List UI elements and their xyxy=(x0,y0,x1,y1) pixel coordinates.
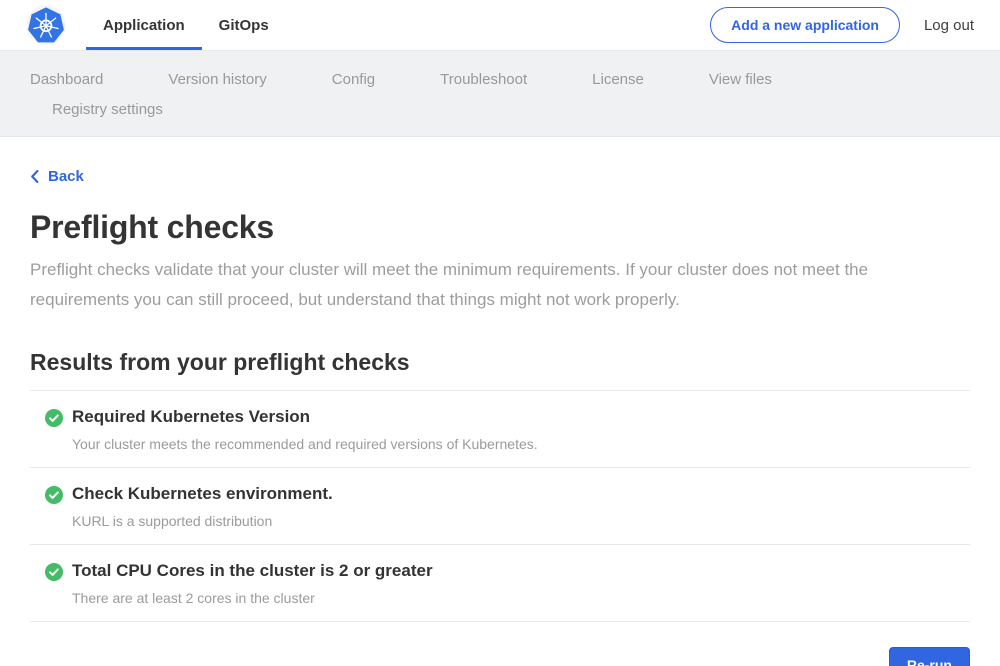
subnav-item-troubleshoot[interactable]: Troubleshoot xyxy=(440,71,527,88)
app-subnav: Dashboard Version history Config Trouble… xyxy=(0,51,1000,137)
chevron-left-icon xyxy=(30,170,39,183)
back-label: Back xyxy=(48,168,84,185)
check-title: Check Kubernetes environment. xyxy=(72,484,970,504)
subnav-row-1: Dashboard Version history Config Trouble… xyxy=(30,64,970,94)
check-description: There are at least 2 cores in the cluste… xyxy=(72,590,970,606)
page-description: Preflight checks validate that your clus… xyxy=(30,255,970,315)
check-row-kubernetes-version: Required Kubernetes Version Your cluster… xyxy=(30,390,970,467)
header-actions: Add a new application Log out xyxy=(710,0,974,50)
kubernetes-helm-icon xyxy=(26,5,66,45)
primary-nav: Application GitOps xyxy=(86,0,286,50)
tab-gitops[interactable]: GitOps xyxy=(202,0,286,50)
check-title: Required Kubernetes Version xyxy=(72,407,970,427)
subnav-item-view-files[interactable]: View files xyxy=(709,71,772,88)
top-header: Application GitOps Add a new application… xyxy=(0,0,1000,51)
page-title: Preflight checks xyxy=(30,209,970,246)
subnav-item-config[interactable]: Config xyxy=(332,71,375,88)
subnav-item-registry-settings[interactable]: Registry settings xyxy=(52,101,163,118)
main-content: Back Preflight checks Preflight checks v… xyxy=(0,137,1000,666)
subnav-row-2: Registry settings xyxy=(30,94,970,124)
check-circle-icon xyxy=(45,563,63,581)
subnav-item-version-history[interactable]: Version history xyxy=(168,71,266,88)
check-title: Total CPU Cores in the cluster is 2 or g… xyxy=(72,561,970,581)
subnav-item-dashboard[interactable]: Dashboard xyxy=(30,71,103,88)
footer-actions: Re-run xyxy=(30,647,970,666)
check-row-cpu-cores: Total CPU Cores in the cluster is 2 or g… xyxy=(30,544,970,621)
results-heading: Results from your preflight checks xyxy=(30,349,970,376)
rerun-button[interactable]: Re-run xyxy=(889,647,970,666)
check-row-kubernetes-environment: Check Kubernetes environment. KURL is a … xyxy=(30,467,970,544)
subnav-item-license[interactable]: License xyxy=(592,71,644,88)
tab-application[interactable]: Application xyxy=(86,0,202,50)
check-description: KURL is a supported distribution xyxy=(72,513,970,529)
check-circle-icon xyxy=(45,409,63,427)
preflight-check-list: Required Kubernetes Version Your cluster… xyxy=(30,390,970,622)
add-application-button[interactable]: Add a new application xyxy=(710,7,900,43)
kubernetes-logo xyxy=(26,0,66,50)
check-description: Your cluster meets the recommended and r… xyxy=(72,436,970,452)
back-link[interactable]: Back xyxy=(30,168,84,185)
logout-link[interactable]: Log out xyxy=(924,17,974,34)
check-circle-icon xyxy=(45,486,63,504)
